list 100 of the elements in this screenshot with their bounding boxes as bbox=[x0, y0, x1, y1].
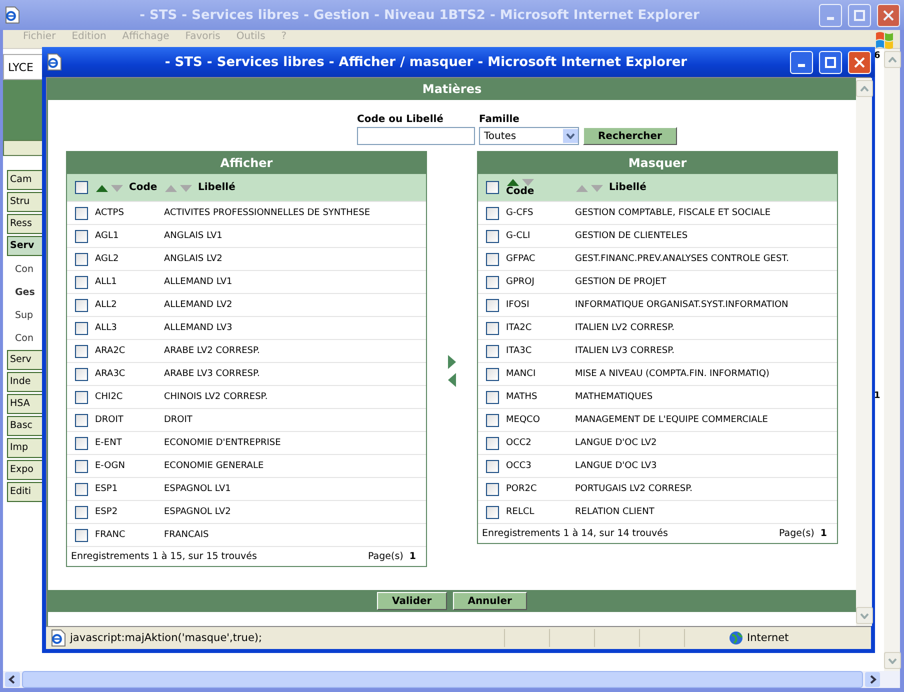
row-checkbox[interactable] bbox=[74, 528, 88, 542]
row-checkbox[interactable] bbox=[74, 460, 88, 472]
row-checkbox[interactable] bbox=[74, 506, 88, 518]
row-checkbox[interactable] bbox=[486, 276, 498, 288]
field-label: Famille bbox=[478, 114, 520, 125]
code-cell-text: MANCI bbox=[506, 369, 537, 379]
label-cell-text: ALLEMAND LV2 bbox=[164, 300, 234, 310]
row-checkbox[interactable] bbox=[74, 344, 88, 358]
code-cell-text: DROIT bbox=[95, 415, 124, 425]
panel-title: Masquer bbox=[478, 152, 837, 174]
row-checkbox[interactable] bbox=[486, 230, 498, 242]
close-button[interactable] bbox=[877, 4, 900, 26]
family-dropdown[interactable]: Toutes bbox=[478, 127, 579, 145]
sort-arrows-icon[interactable] bbox=[506, 178, 536, 186]
code-cell-text: ALL2 bbox=[95, 300, 118, 310]
label-cell-text: GEST.FINANC.PREV.ANALYSES CONTROLE GEST. bbox=[575, 254, 790, 264]
row-checkbox[interactable] bbox=[74, 206, 88, 220]
label-cell-text: ECONOMIE D'ENTREPRISE bbox=[164, 438, 282, 448]
code-cell-text: RELCL bbox=[506, 507, 536, 517]
sidebar-item[interactable]: Imp bbox=[7, 438, 43, 458]
scroll-left-icon[interactable] bbox=[5, 672, 20, 687]
row-checkbox[interactable] bbox=[74, 436, 88, 450]
column-header[interactable]: Code bbox=[129, 182, 158, 193]
label-cell-text: ANGLAIS LV2 bbox=[164, 254, 224, 264]
label-cell-text: ALLEMAND LV3 bbox=[164, 323, 234, 333]
minimize-icon bbox=[798, 64, 805, 67]
row-checkbox[interactable] bbox=[486, 414, 498, 426]
sidebar-item[interactable]: Ges bbox=[15, 281, 43, 304]
scroll-right-icon[interactable] bbox=[865, 672, 880, 687]
row-checkbox[interactable] bbox=[74, 482, 88, 496]
sidebar-item[interactable]: Expo bbox=[7, 460, 43, 480]
label-cell-text: GESTION COMPTABLE, FISCALE ET SOCIALE bbox=[575, 208, 772, 218]
row-checkbox[interactable] bbox=[486, 506, 498, 518]
sidebar-item[interactable]: Editi bbox=[7, 482, 43, 502]
action-button[interactable]: Annuler bbox=[452, 592, 527, 610]
row-checkbox[interactable] bbox=[74, 368, 88, 380]
minimize-icon bbox=[827, 17, 834, 20]
code-cell-text: OCC2 bbox=[506, 438, 532, 448]
code-cell-text: AGL2 bbox=[95, 254, 120, 264]
window-title: - STS - Services libres - Afficher / masquer - Microsoft Internet Explorer bbox=[164, 54, 688, 70]
sidebar-item[interactable]: Serv bbox=[7, 236, 43, 256]
label-cell-text: ARABE LV3 CORRESP. bbox=[164, 369, 261, 379]
page-number: 1 bbox=[874, 391, 880, 401]
label-cell-text: ACTIVITES PROFESSIONNELLES DE SYNTHESE bbox=[164, 208, 372, 218]
sidebar-item[interactable]: Cam bbox=[7, 170, 43, 190]
select-all-checkbox[interactable] bbox=[74, 181, 88, 194]
sidebar-item[interactable]: Stru bbox=[7, 192, 43, 212]
code-cell-text: FRANC bbox=[95, 530, 126, 540]
label-cell-text: ECONOMIE GENERALE bbox=[164, 461, 265, 471]
horizontal-scrollbar[interactable] bbox=[3, 671, 900, 688]
code-cell-text: GPROJ bbox=[506, 277, 536, 287]
row-checkbox[interactable] bbox=[74, 322, 88, 334]
row-checkbox[interactable] bbox=[486, 298, 498, 312]
code-cell-text: ESP2 bbox=[95, 507, 119, 517]
sidebar-item[interactable]: Con bbox=[15, 258, 43, 281]
row-checkbox[interactable] bbox=[486, 344, 498, 358]
row-checkbox[interactable] bbox=[486, 252, 498, 266]
close-icon bbox=[883, 10, 894, 20]
minimize-button[interactable] bbox=[790, 50, 813, 74]
maximize-button[interactable] bbox=[819, 50, 842, 74]
window-title: - STS - Services libres - Gestion - Niveau 1BTS2 - Microsoft Internet Explorer bbox=[138, 8, 700, 22]
label-cell-text: ITALIEN LV2 CORRESP. bbox=[575, 323, 676, 333]
row-checkbox[interactable] bbox=[74, 298, 88, 312]
page-heading: Matières bbox=[48, 78, 856, 100]
sort-arrows-icon[interactable] bbox=[95, 184, 125, 192]
row-checkbox[interactable] bbox=[74, 276, 88, 288]
globe-icon bbox=[729, 631, 743, 645]
move-left-icon[interactable] bbox=[448, 372, 456, 386]
row-checkbox[interactable] bbox=[486, 390, 498, 404]
row-checkbox[interactable] bbox=[486, 460, 498, 472]
column-header[interactable]: Code bbox=[506, 186, 534, 197]
row-checkbox[interactable] bbox=[486, 368, 498, 380]
row-checkbox[interactable] bbox=[486, 436, 498, 450]
column-header[interactable]: Libellé bbox=[609, 182, 646, 193]
code-cell-text: MEQCO bbox=[506, 415, 541, 425]
flag-icon bbox=[874, 31, 894, 49]
sidebar-item[interactable]: HSA bbox=[7, 394, 43, 414]
row-checkbox[interactable] bbox=[74, 390, 88, 404]
label-cell-text: ESPAGNOL LV2 bbox=[164, 507, 232, 517]
action-button[interactable]: Valider bbox=[377, 592, 447, 610]
sidebar-item[interactable]: Sup bbox=[15, 304, 43, 327]
column-header[interactable]: Libellé bbox=[198, 182, 236, 193]
search-field[interactable] bbox=[356, 127, 475, 145]
close-button[interactable] bbox=[848, 50, 871, 74]
row-checkbox[interactable] bbox=[74, 414, 88, 426]
row-checkbox[interactable] bbox=[486, 482, 498, 496]
row-checkbox[interactable] bbox=[486, 206, 498, 220]
page-icon bbox=[46, 53, 62, 71]
sidebar-item[interactable]: Con bbox=[15, 327, 43, 350]
sidebar-item[interactable]: Serv bbox=[7, 350, 43, 370]
sidebar-item[interactable]: Basc bbox=[7, 416, 43, 436]
search-button[interactable]: Rechercher bbox=[582, 127, 677, 145]
move-right-icon[interactable] bbox=[448, 354, 456, 368]
row-checkbox[interactable] bbox=[74, 230, 88, 242]
select-all-checkbox[interactable] bbox=[486, 181, 498, 194]
sidebar-item[interactable]: Inde bbox=[7, 372, 43, 392]
sidebar-item[interactable]: Ress bbox=[7, 214, 43, 234]
row-checkbox[interactable] bbox=[74, 252, 88, 266]
label-cell-text: LANGUE D'OC LV2 bbox=[575, 438, 658, 448]
row-checkbox[interactable] bbox=[486, 322, 498, 334]
